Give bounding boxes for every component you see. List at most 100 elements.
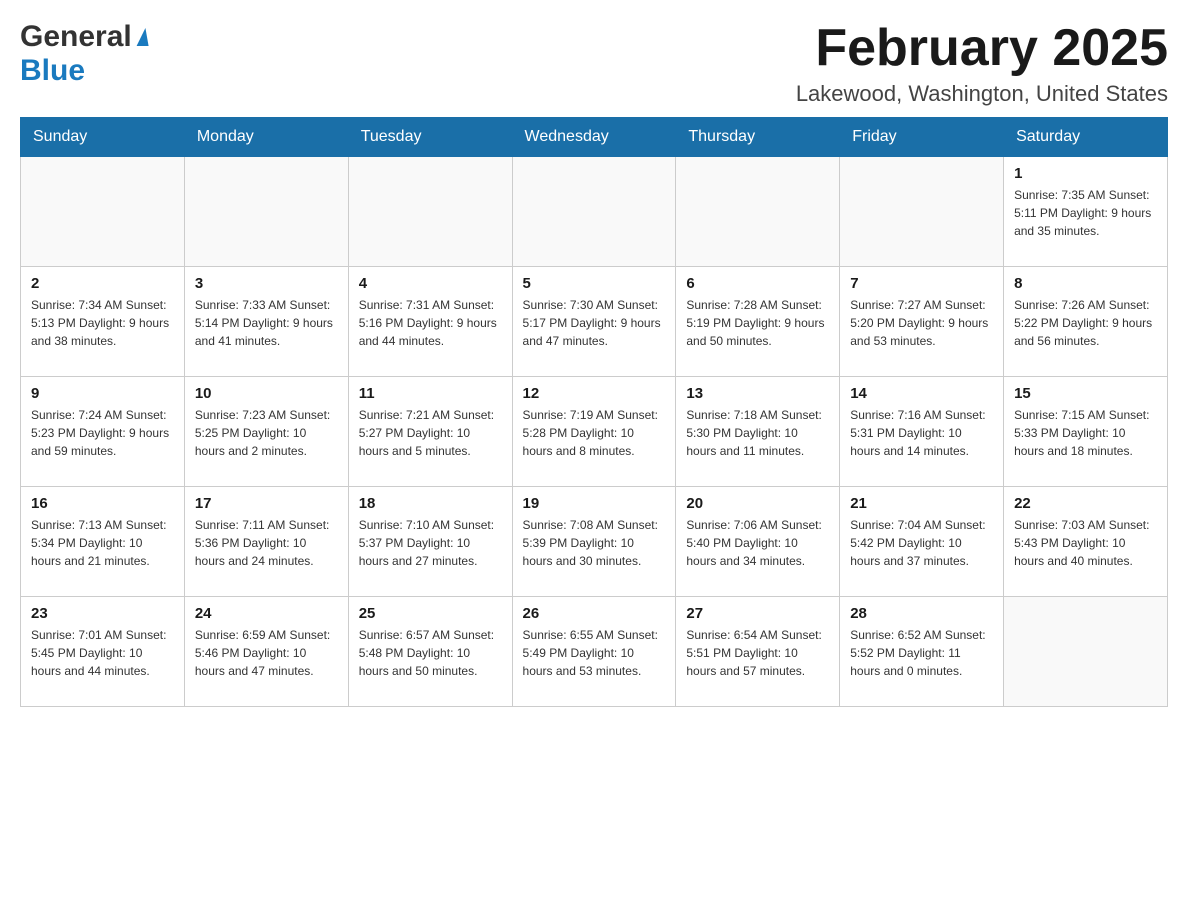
calendar-day-cell: 4 Sunrise: 7:31 AM Sunset: 5:16 PM Daylig… <box>348 267 512 377</box>
day-info: Sunrise: 7:30 AM Sunset: 5:17 PM Dayligh… <box>523 296 666 350</box>
calendar-day-cell: 11 Sunrise: 7:21 AM Sunset: 5:27 PM Dayli… <box>348 377 512 487</box>
day-number: 25 <box>359 605 502 622</box>
calendar-day-cell: 2 Sunrise: 7:34 AM Sunset: 5:13 PM Daylig… <box>21 267 185 377</box>
day-number: 28 <box>850 605 993 622</box>
day-number: 1 <box>1014 165 1157 182</box>
day-info: Sunrise: 7:18 AM Sunset: 5:30 PM Dayligh… <box>686 406 829 460</box>
day-info: Sunrise: 7:27 AM Sunset: 5:20 PM Dayligh… <box>850 296 993 350</box>
calendar-week-row: 2 Sunrise: 7:34 AM Sunset: 5:13 PM Daylig… <box>21 267 1168 377</box>
calendar-day-cell: 12 Sunrise: 7:19 AM Sunset: 5:28 PM Dayli… <box>512 377 676 487</box>
calendar-day-cell: 1 Sunrise: 7:35 AM Sunset: 5:11 PM Daylig… <box>1004 157 1168 267</box>
calendar-week-row: 1 Sunrise: 7:35 AM Sunset: 5:11 PM Daylig… <box>21 157 1168 267</box>
calendar-day-cell: 5Sunrise: 7:30 AM Sunset: 5:17 PM Daylig… <box>512 267 676 377</box>
logo-general-text: General <box>20 20 132 54</box>
day-info: Sunrise: 7:06 AM Sunset: 5:40 PM Dayligh… <box>686 516 829 570</box>
day-number: 4 <box>359 275 502 292</box>
calendar-day-cell: 24Sunrise: 6:59 AM Sunset: 5:46 PM Dayli… <box>184 597 348 707</box>
calendar-day-cell <box>676 157 840 267</box>
calendar-day-cell: 9 Sunrise: 7:24 AM Sunset: 5:23 PM Daylig… <box>21 377 185 487</box>
calendar-day-cell: 15Sunrise: 7:15 AM Sunset: 5:33 PM Dayli… <box>1004 377 1168 487</box>
calendar-day-header: Thursday <box>676 118 840 157</box>
calendar-week-row: 16 Sunrise: 7:13 AM Sunset: 5:34 PM Dayli… <box>21 487 1168 597</box>
day-info: Sunrise: 6:52 AM Sunset: 5:52 PM Dayligh… <box>850 626 993 680</box>
day-info: Sunrise: 7:08 AM Sunset: 5:39 PM Dayligh… <box>523 516 666 570</box>
calendar-day-cell <box>512 157 676 267</box>
day-info: Sunrise: 7:11 AM Sunset: 5:36 PM Dayligh… <box>195 516 338 570</box>
day-number: 17 <box>195 495 338 512</box>
title-section: February 2025 Lakewood, Washington, Unit… <box>796 20 1168 107</box>
calendar-day-cell: 26 Sunrise: 6:55 AM Sunset: 5:49 PM Dayli… <box>512 597 676 707</box>
day-number: 7 <box>850 275 993 292</box>
calendar-day-cell <box>184 157 348 267</box>
day-info: Sunrise: 7:24 AM Sunset: 5:23 PM Dayligh… <box>31 406 174 460</box>
day-info: Sunrise: 7:13 AM Sunset: 5:34 PM Dayligh… <box>31 516 174 570</box>
calendar-header-row: SundayMondayTuesdayWednesdayThursdayFrid… <box>21 118 1168 157</box>
calendar-day-cell: 19Sunrise: 7:08 AM Sunset: 5:39 PM Dayli… <box>512 487 676 597</box>
calendar-day-cell: 21Sunrise: 7:04 AM Sunset: 5:42 PM Dayli… <box>840 487 1004 597</box>
calendar-day-header: Saturday <box>1004 118 1168 157</box>
calendar-week-row: 23 Sunrise: 7:01 AM Sunset: 5:45 PM Dayli… <box>21 597 1168 707</box>
calendar-day-cell <box>840 157 1004 267</box>
day-number: 2 <box>31 275 174 292</box>
calendar-day-cell: 3 Sunrise: 7:33 AM Sunset: 5:14 PM Daylig… <box>184 267 348 377</box>
day-info: Sunrise: 7:21 AM Sunset: 5:27 PM Dayligh… <box>359 406 502 460</box>
day-number: 26 <box>523 605 666 622</box>
logo-triangle-icon <box>133 28 148 46</box>
day-info: Sunrise: 7:31 AM Sunset: 5:16 PM Dayligh… <box>359 296 502 350</box>
calendar-day-cell: 8 Sunrise: 7:26 AM Sunset: 5:22 PM Daylig… <box>1004 267 1168 377</box>
day-number: 21 <box>850 495 993 512</box>
location-subtitle: Lakewood, Washington, United States <box>796 81 1168 107</box>
calendar-week-row: 9 Sunrise: 7:24 AM Sunset: 5:23 PM Daylig… <box>21 377 1168 487</box>
day-info: Sunrise: 7:26 AM Sunset: 5:22 PM Dayligh… <box>1014 296 1157 350</box>
calendar-day-cell: 6 Sunrise: 7:28 AM Sunset: 5:19 PM Daylig… <box>676 267 840 377</box>
calendar-day-header: Friday <box>840 118 1004 157</box>
day-info: Sunrise: 7:35 AM Sunset: 5:11 PM Dayligh… <box>1014 186 1157 240</box>
day-info: Sunrise: 6:59 AM Sunset: 5:46 PM Dayligh… <box>195 626 338 680</box>
day-number: 8 <box>1014 275 1157 292</box>
day-info: Sunrise: 6:57 AM Sunset: 5:48 PM Dayligh… <box>359 626 502 680</box>
page-header: General Blue February 2025 Lakewood, Was… <box>20 20 1168 107</box>
calendar-day-cell: 16 Sunrise: 7:13 AM Sunset: 5:34 PM Dayli… <box>21 487 185 597</box>
calendar-day-cell: 28 Sunrise: 6:52 AM Sunset: 5:52 PM Dayli… <box>840 597 1004 707</box>
day-number: 14 <box>850 385 993 402</box>
day-info: Sunrise: 6:55 AM Sunset: 5:49 PM Dayligh… <box>523 626 666 680</box>
calendar-day-cell: 23 Sunrise: 7:01 AM Sunset: 5:45 PM Dayli… <box>21 597 185 707</box>
day-number: 20 <box>686 495 829 512</box>
day-number: 23 <box>31 605 174 622</box>
calendar-day-cell <box>1004 597 1168 707</box>
calendar-day-cell: 22 Sunrise: 7:03 AM Sunset: 5:43 PM Dayli… <box>1004 487 1168 597</box>
day-info: Sunrise: 7:34 AM Sunset: 5:13 PM Dayligh… <box>31 296 174 350</box>
calendar-day-header: Wednesday <box>512 118 676 157</box>
day-info: Sunrise: 7:10 AM Sunset: 5:37 PM Dayligh… <box>359 516 502 570</box>
day-number: 10 <box>195 385 338 402</box>
day-number: 27 <box>686 605 829 622</box>
day-info: Sunrise: 7:33 AM Sunset: 5:14 PM Dayligh… <box>195 296 338 350</box>
day-number: 11 <box>359 385 502 402</box>
logo-blue-text: Blue <box>20 54 85 87</box>
calendar-day-cell: 14 Sunrise: 7:16 AM Sunset: 5:31 PM Dayli… <box>840 377 1004 487</box>
calendar-day-cell: 7 Sunrise: 7:27 AM Sunset: 5:20 PM Daylig… <box>840 267 1004 377</box>
calendar-day-cell <box>348 157 512 267</box>
day-number: 3 <box>195 275 338 292</box>
day-info: Sunrise: 7:16 AM Sunset: 5:31 PM Dayligh… <box>850 406 993 460</box>
logo: General Blue <box>20 20 147 88</box>
calendar-day-cell: 13 Sunrise: 7:18 AM Sunset: 5:30 PM Dayli… <box>676 377 840 487</box>
day-info: Sunrise: 7:01 AM Sunset: 5:45 PM Dayligh… <box>31 626 174 680</box>
day-info: Sunrise: 7:03 AM Sunset: 5:43 PM Dayligh… <box>1014 516 1157 570</box>
day-number: 13 <box>686 385 829 402</box>
calendar-day-cell <box>21 157 185 267</box>
calendar-day-header: Sunday <box>21 118 185 157</box>
calendar-day-cell: 20 Sunrise: 7:06 AM Sunset: 5:40 PM Dayli… <box>676 487 840 597</box>
calendar-day-header: Tuesday <box>348 118 512 157</box>
calendar-day-header: Monday <box>184 118 348 157</box>
day-info: Sunrise: 6:54 AM Sunset: 5:51 PM Dayligh… <box>686 626 829 680</box>
day-info: Sunrise: 7:19 AM Sunset: 5:28 PM Dayligh… <box>523 406 666 460</box>
day-number: 16 <box>31 495 174 512</box>
calendar-day-cell: 25 Sunrise: 6:57 AM Sunset: 5:48 PM Dayli… <box>348 597 512 707</box>
day-number: 12 <box>523 385 666 402</box>
day-info: Sunrise: 7:28 AM Sunset: 5:19 PM Dayligh… <box>686 296 829 350</box>
day-number: 22 <box>1014 495 1157 512</box>
day-number: 9 <box>31 385 174 402</box>
day-info: Sunrise: 7:15 AM Sunset: 5:33 PM Dayligh… <box>1014 406 1157 460</box>
day-number: 6 <box>686 275 829 292</box>
